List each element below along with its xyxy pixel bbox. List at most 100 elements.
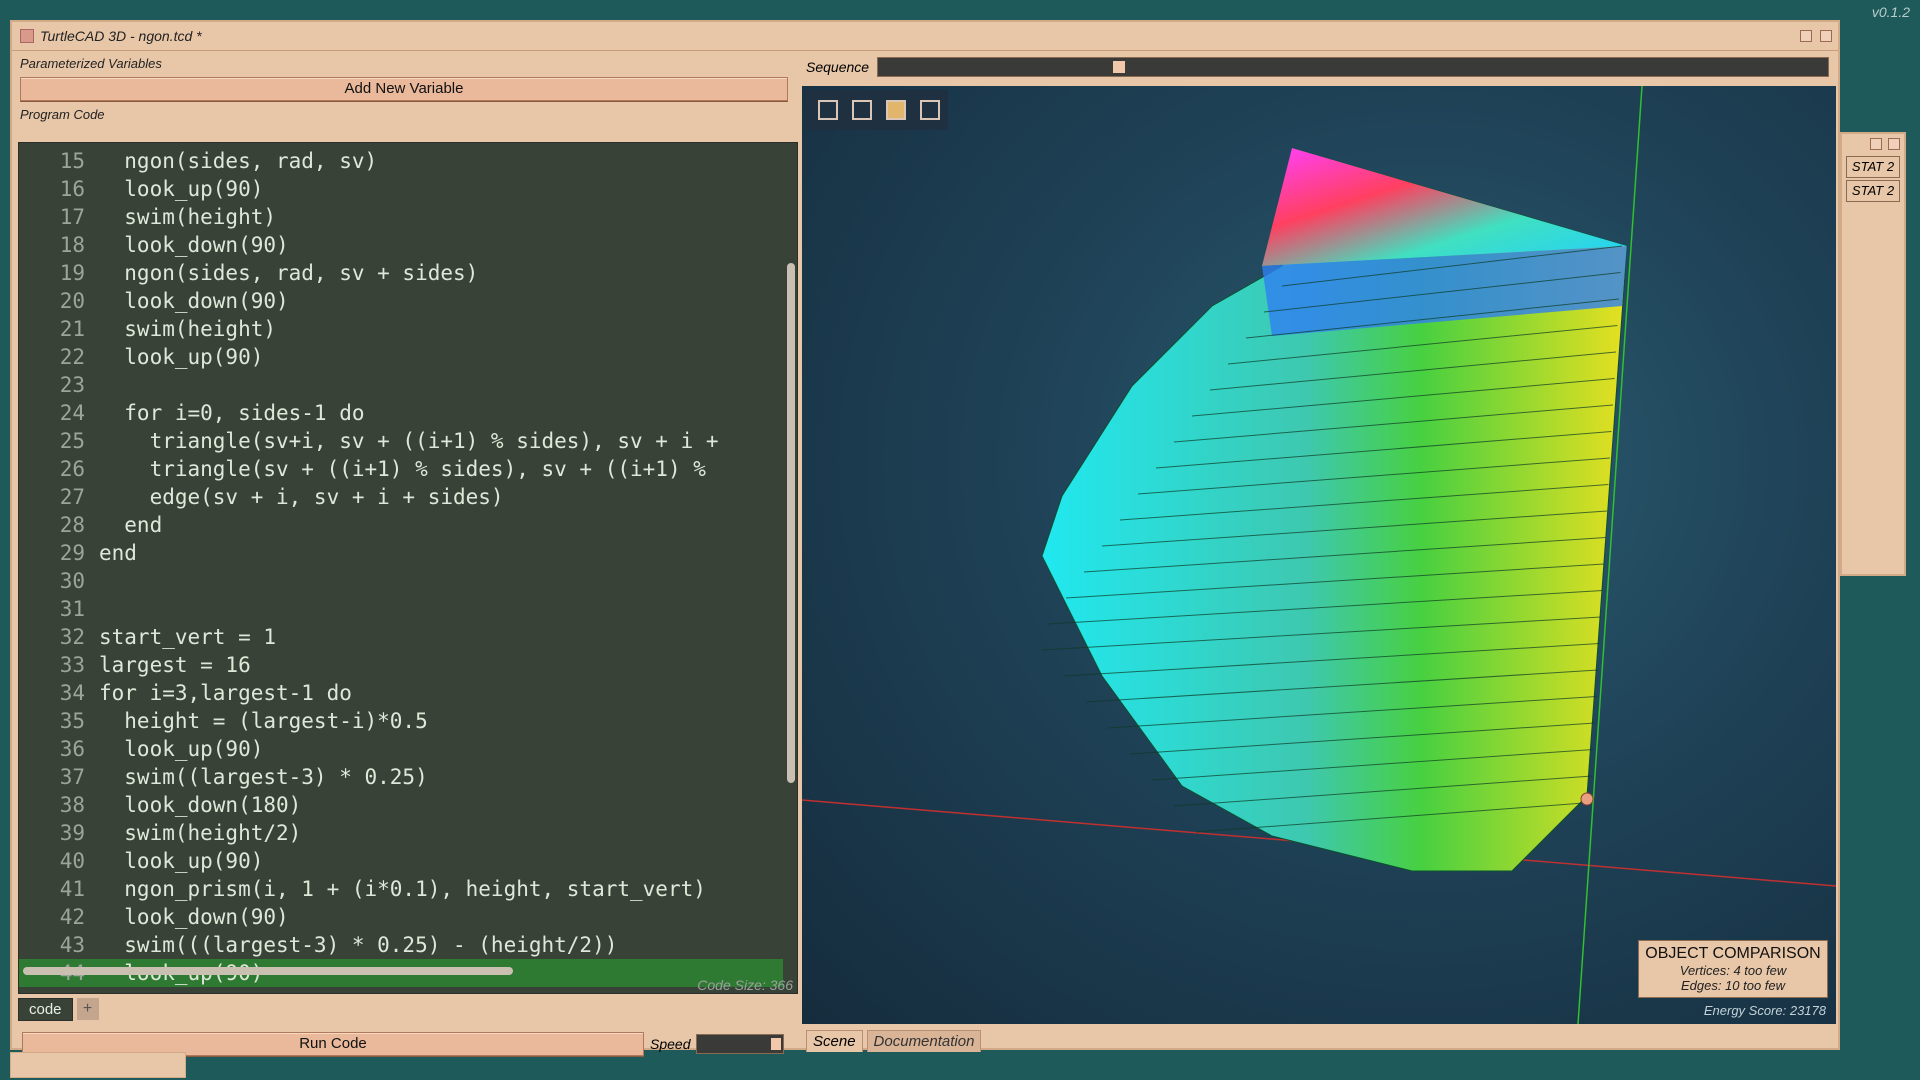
code-text: look_down(180) [99, 793, 302, 817]
code-line[interactable]: 18 look_down(90) [19, 231, 783, 259]
code-size-label: Code Size: 366 [697, 977, 793, 993]
line-number: 38 [59, 793, 85, 817]
stat-item[interactable]: STAT 2 [1846, 180, 1900, 202]
line-number: 28 [59, 513, 85, 537]
code-line[interactable]: 42 look_down(90) [19, 903, 783, 931]
line-number: 25 [59, 429, 85, 453]
code-text: swim(height) [99, 317, 277, 341]
sequence-slider-thumb[interactable] [1113, 61, 1126, 73]
program-code-label: Program Code [20, 107, 105, 122]
line-number: 30 [59, 569, 85, 593]
code-line[interactable]: 35 height = (largest-i)*0.5 [19, 707, 783, 735]
code-text: ngon(sides, rad, sv + sides) [99, 261, 479, 285]
fit-all-icon[interactable] [818, 100, 838, 120]
tab-documentation[interactable]: Documentation [866, 1030, 982, 1052]
add-variable-button[interactable]: Add New Variable [20, 77, 788, 101]
line-number: 19 [59, 261, 85, 285]
code-line[interactable]: 31 [19, 595, 783, 623]
code-text: edge(sv + i, sv + i + sides) [99, 485, 504, 509]
code-text: look_up(90) [99, 737, 264, 761]
code-line[interactable]: 38 look_down(180) [19, 791, 783, 819]
code-line[interactable]: 15 ngon(sides, rad, sv) [19, 147, 783, 175]
code-line[interactable]: 30 [19, 567, 783, 595]
code-line[interactable]: 19 ngon(sides, rad, sv + sides) [19, 259, 783, 287]
line-number: 37 [59, 765, 85, 789]
line-number: 34 [59, 681, 85, 705]
code-tabs: code + [18, 996, 99, 1022]
code-text: triangle(sv+i, sv + ((i+1) % sides), sv … [99, 429, 719, 453]
code-text: for i=0, sides-1 do [99, 401, 365, 425]
code-text: ngon(sides, rad, sv) [99, 149, 378, 173]
code-text: end [99, 541, 137, 565]
tab-scene[interactable]: Scene [806, 1030, 863, 1052]
variables-label: Parameterized Variables [20, 56, 162, 71]
3d-viewport[interactable]: OBJECT COMPARISON Vertices: 4 too few Ed… [802, 86, 1836, 1024]
code-line[interactable]: 36 look_up(90) [19, 735, 783, 763]
left-panel: Parameterized Variables Add New Variable… [16, 52, 798, 1056]
code-line[interactable]: 34 for i=3,largest-1 do [19, 679, 783, 707]
code-line[interactable]: 40 look_up(90) [19, 847, 783, 875]
object-comparison-panel: OBJECT COMPARISON Vertices: 4 too few Ed… [1638, 940, 1828, 998]
tab-code[interactable]: code [18, 997, 73, 1021]
line-number: 42 [59, 905, 85, 929]
code-text: ngon_prism(i, 1 + (i*0.1), height, start… [99, 877, 706, 901]
title-bar[interactable]: TurtleCAD 3D - ngon.tcd * [12, 22, 1838, 51]
code-line[interactable]: 16 look_up(90) [19, 175, 783, 203]
code-line[interactable]: 32 start_vert = 1 [19, 623, 783, 651]
line-number: 16 [59, 177, 85, 201]
line-number: 24 [59, 401, 85, 425]
code-text: look_down(90) [99, 233, 289, 257]
sequence-slider[interactable] [877, 57, 1830, 77]
wireframe-view-icon[interactable] [920, 100, 940, 120]
code-line[interactable]: 25 triangle(sv+i, sv + ((i+1) % sides), … [19, 427, 783, 455]
code-text: look_down(90) [99, 905, 289, 929]
line-number: 20 [59, 289, 85, 313]
code-line[interactable]: 43 swim(((largest-3) * 0.25) - (height/2… [19, 931, 783, 959]
code-line[interactable]: 41 ngon_prism(i, 1 + (i*0.1), height, st… [19, 875, 783, 903]
code-line[interactable]: 28 end [19, 511, 783, 539]
stats-maximize-button[interactable] [1888, 138, 1900, 150]
turtle-marker [1580, 792, 1594, 806]
code-line[interactable]: 21 swim(height) [19, 315, 783, 343]
shaded-view-icon[interactable] [886, 100, 906, 120]
energy-score: Energy Score: 23178 [1703, 1003, 1826, 1018]
add-tab-button[interactable]: + [76, 998, 99, 1020]
code-line[interactable]: 26 triangle(sv + ((i+1) % sides), sv + (… [19, 455, 783, 483]
code-line[interactable]: 22 look_up(90) [19, 343, 783, 371]
right-panel: Sequence OBJECT COMPARISON Vertices: 4 t… [802, 52, 1836, 1052]
code-line[interactable]: 29 end [19, 539, 783, 567]
fit-selection-icon[interactable] [852, 100, 872, 120]
code-text: start_vert = 1 [99, 625, 277, 649]
code-line[interactable]: 23 [19, 371, 783, 399]
code-text: look_up(90) [99, 849, 264, 873]
code-line[interactable]: 20 look_down(90) [19, 287, 783, 315]
vertical-scrollbar[interactable] [787, 263, 795, 783]
stats-minimize-button[interactable] [1870, 138, 1882, 150]
vertices-status: Vertices: 4 too few [1679, 963, 1787, 978]
code-line[interactable]: 39 swim(height/2) [19, 819, 783, 847]
code-line[interactable]: 17 swim(height) [19, 203, 783, 231]
line-number: 32 [59, 625, 85, 649]
horizontal-scrollbar[interactable] [23, 967, 513, 975]
code-text: swim(height) [99, 205, 277, 229]
code-text: look_up(90) [99, 345, 264, 369]
speed-label: Speed [650, 1036, 691, 1052]
maximize-button[interactable] [1820, 30, 1832, 42]
code-editor[interactable]: 15 ngon(sides, rad, sv) 16 look_up(90) 17 … [18, 142, 798, 994]
stat-item[interactable]: STAT 2 [1846, 156, 1900, 178]
code-text: swim(height/2) [99, 821, 302, 845]
code-text: height = (largest-i)*0.5 [99, 709, 428, 733]
version-label: v0.1.2 [1871, 4, 1910, 20]
viewport-tabs: Scene Documentation [806, 1030, 982, 1052]
stats-title-bar[interactable] [1842, 134, 1904, 154]
line-number: 43 [59, 933, 85, 957]
speed-slider-thumb[interactable] [771, 1038, 782, 1050]
code-line[interactable]: 37 swim((largest-3) * 0.25) [19, 763, 783, 791]
code-line[interactable]: 24 for i=0, sides-1 do [19, 399, 783, 427]
minimize-button[interactable] [1800, 30, 1812, 42]
code-text: end [99, 513, 163, 537]
speed-slider[interactable] [696, 1034, 785, 1054]
code-line[interactable]: 33 largest = 16 [19, 651, 783, 679]
line-number: 18 [59, 233, 85, 257]
code-line[interactable]: 27 edge(sv + i, sv + i + sides) [19, 483, 783, 511]
